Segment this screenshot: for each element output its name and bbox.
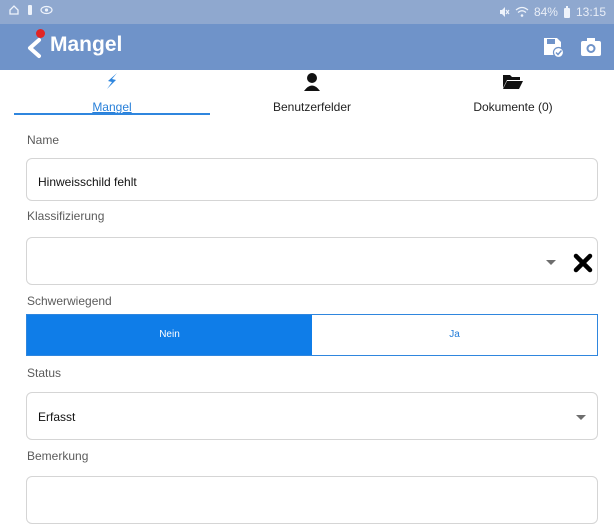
camera-icon[interactable]	[580, 36, 602, 58]
klassifizierung-select[interactable]	[26, 237, 598, 285]
battery-icon	[563, 5, 570, 18]
battery-percent: 84%	[533, 5, 558, 19]
status-value: Erfasst	[38, 410, 76, 424]
tab-benutzerfelder-label: Benutzerfelder	[272, 100, 352, 114]
battery-small-icon	[28, 5, 32, 15]
schwerwiegend-option-nein[interactable]: Nein	[27, 315, 312, 355]
close-icon[interactable]	[572, 252, 594, 274]
status-bar: 84% 13:15	[0, 0, 614, 24]
tab-benutzerfelder[interactable]: Benutzerfelder	[217, 70, 407, 118]
back-chevron-icon[interactable]	[22, 34, 50, 62]
tab-bar: Mangel Benutzerfelder Dokumente (0)	[0, 70, 614, 118]
chevron-down-icon	[576, 415, 586, 420]
lightning-icon	[107, 73, 117, 89]
folder-icon	[503, 75, 523, 89]
schwerwiegend-option-ja[interactable]: Ja	[312, 315, 597, 355]
schwerwiegend-label: Schwerwiegend	[27, 294, 112, 308]
status-select[interactable]: Erfasst	[26, 392, 598, 440]
app-bar: Mangel	[0, 24, 614, 70]
user-icon	[304, 73, 320, 91]
tab-mangel-label: Mangel	[92, 100, 132, 114]
name-field[interactable]: Hinweisschild fehlt	[26, 158, 598, 201]
active-tab-indicator	[14, 113, 210, 115]
mute-icon	[499, 7, 510, 17]
chevron-down-icon	[546, 260, 556, 265]
save-icon[interactable]	[542, 36, 564, 58]
wifi-icon	[515, 6, 529, 17]
eye-icon	[40, 5, 53, 15]
clock: 13:15	[575, 5, 606, 19]
notification-dot	[36, 29, 45, 38]
name-value: Hinweisschild fehlt	[38, 175, 137, 189]
klassifizierung-label: Klassifizierung	[27, 209, 105, 223]
schwerwiegend-toggle: Nein Ja	[26, 314, 598, 356]
app-bar-actions	[542, 36, 602, 58]
tab-dokumente[interactable]: Dokumente (0)	[418, 70, 608, 118]
tab-mangel[interactable]: Mangel	[17, 70, 207, 118]
home-icon	[9, 5, 19, 15]
name-label: Name	[27, 133, 60, 147]
status-bar-right: 84% 13:15	[498, 5, 606, 19]
status-label: Status	[27, 366, 62, 380]
tab-dokumente-label: Dokumente (0)	[473, 100, 553, 114]
bemerkung-label: Bemerkung	[27, 449, 89, 463]
page-title: Mangel	[50, 33, 123, 56]
status-bar-left	[8, 4, 53, 16]
